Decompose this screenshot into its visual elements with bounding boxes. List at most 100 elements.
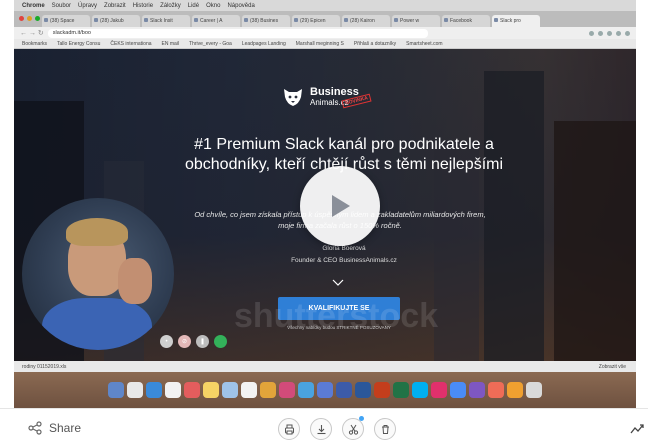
menubar-item-8: Nápověda — [227, 2, 255, 9]
browser-tab-active: Slack pro — [492, 15, 540, 27]
trash-icon — [381, 424, 389, 434]
dock-icon — [450, 382, 466, 398]
dock-icon — [108, 382, 124, 398]
dock-icon — [146, 382, 162, 398]
webcam-person-hair — [66, 218, 128, 246]
zoom-dot-icon — [35, 16, 40, 21]
share-label: Share — [49, 421, 82, 435]
bookmark-item: Leadpages Landing — [241, 40, 286, 47]
dock-icon — [507, 382, 523, 398]
download-show-all: Zobrazit vše — [598, 363, 626, 370]
new-badge — [359, 416, 364, 421]
bookmark-item: Bookmarks — [22, 40, 48, 47]
trending-icon[interactable] — [630, 423, 644, 435]
browser-tab: Power w — [392, 15, 440, 27]
menubar-item-2: Úpravy — [78, 2, 98, 9]
dock-icon — [165, 382, 181, 398]
recorder-delete-icon: ⊘ — [178, 335, 191, 348]
browser-tab: Slack Insit — [142, 15, 190, 27]
dock-icon — [393, 382, 409, 398]
browser-tabbar: (38) Space (28) Jakub Slack Insit Career… — [14, 11, 636, 27]
download-file: rodiny 01152019.xls — [22, 363, 67, 370]
menubar-item-4: Historie — [132, 2, 154, 9]
extension-icon — [598, 30, 603, 36]
share-icon — [28, 421, 42, 435]
menubar-item-6: Lidé — [187, 2, 200, 9]
dock-icon — [374, 382, 390, 398]
bookmarks-bar: Bookmarks Tallo Energy Consu ČEKS intern… — [14, 39, 636, 49]
mac-menubar: Chrome Soubor Úpravy Zobrazit Historie Z… — [14, 0, 636, 11]
webcam-person-hand — [118, 258, 152, 304]
logo-name: Business — [310, 86, 359, 98]
video-action-toolbar: Share — [0, 408, 648, 447]
window-controls — [19, 16, 40, 21]
share-button[interactable]: Share — [28, 421, 81, 435]
video-player-frame: Chrome Soubor Úpravy Zobrazit Historie Z… — [0, 0, 648, 447]
browser-tab: Facebook — [442, 15, 490, 27]
dock-icon — [355, 382, 371, 398]
webcam-person-shirt — [42, 298, 152, 350]
download-button[interactable] — [310, 418, 332, 440]
video-preview[interactable]: Chrome Soubor Úpravy Zobrazit Historie Z… — [14, 0, 636, 408]
bookmark-item: EN mail — [161, 40, 180, 47]
menubar-item-0: Chrome — [22, 2, 45, 9]
dock-icon — [469, 382, 485, 398]
download-bar: rodiny 01152019.xls Zobrazit vše — [14, 361, 636, 372]
testimonial-author-title: Founder & CEO BusinessAnimals.cz — [291, 257, 397, 264]
menubar-item-1: Soubor — [51, 2, 72, 9]
delete-button[interactable] — [374, 418, 396, 440]
bookmark-item: Tallo Energy Consu — [57, 40, 101, 47]
extension-icons — [589, 30, 636, 36]
browser-addressbar: ← → ↻ slackadm.it/boo — [14, 27, 636, 39]
browser-tab: (28) Jakub — [92, 15, 140, 27]
recorder-pause-icon: ❚ — [196, 335, 209, 348]
close-dot-icon — [19, 16, 24, 21]
bookmark-item: ČEKS internationa — [110, 40, 152, 47]
tool-buttons — [278, 416, 396, 440]
play-button[interactable] — [300, 166, 380, 246]
download-icon — [317, 424, 325, 434]
bookmark-item: Přihlaš a dotazníky — [353, 40, 397, 47]
print-icon — [284, 424, 294, 434]
dock-icon — [412, 382, 428, 398]
menubar-item-5: Záložky — [160, 2, 181, 9]
trim-button[interactable] — [342, 416, 364, 440]
extension-icon — [616, 30, 621, 36]
dock-icon — [184, 382, 200, 398]
trash-dock-icon — [526, 382, 542, 398]
browser-tab: (28) Kairon — [342, 15, 390, 27]
building-silhouette — [554, 121, 636, 361]
dock-icon — [431, 382, 447, 398]
dock-icon — [317, 382, 333, 398]
bookmark-item: Thrive_every - Goa — [189, 40, 232, 47]
webcam-bubble — [22, 198, 174, 350]
browser-tab: (38) Space — [42, 15, 90, 27]
browser-tab: (29) Epicen — [292, 15, 340, 27]
browser-tab: (38) Busines — [242, 15, 290, 27]
testimonial-author: Gloria Boerová — [322, 245, 366, 252]
menubar-item-3: Zobrazit — [104, 2, 126, 9]
extension-icon — [607, 30, 612, 36]
recorder-controls: • ⊘ ❚ — [160, 335, 227, 348]
address-field: slackadm.it/boo — [47, 28, 428, 38]
dock-icon — [298, 382, 314, 398]
building-silhouette — [484, 71, 544, 361]
bookmark-item: Marshall meginning S — [295, 40, 344, 47]
menubar-item-7: Okno — [206, 2, 221, 9]
play-icon — [332, 195, 350, 217]
dock-icon — [279, 382, 295, 398]
extension-icon — [625, 30, 630, 36]
dock-icon — [222, 382, 238, 398]
scissors-icon — [348, 424, 358, 435]
mac-dock — [14, 372, 636, 408]
dock-icon — [203, 382, 219, 398]
recorder-done-icon — [214, 335, 227, 348]
dock-icon — [336, 382, 352, 398]
print-button[interactable] — [278, 418, 300, 440]
dock-icon — [260, 382, 276, 398]
bookmark-item: Smartsheet.com — [406, 40, 443, 47]
recorder-menu-icon: • — [160, 335, 173, 348]
stock-watermark: shutterstock — [234, 297, 439, 335]
dock-icon — [488, 382, 504, 398]
business-animals-logo: Business Animals.cz NOVINKA — [282, 86, 372, 109]
